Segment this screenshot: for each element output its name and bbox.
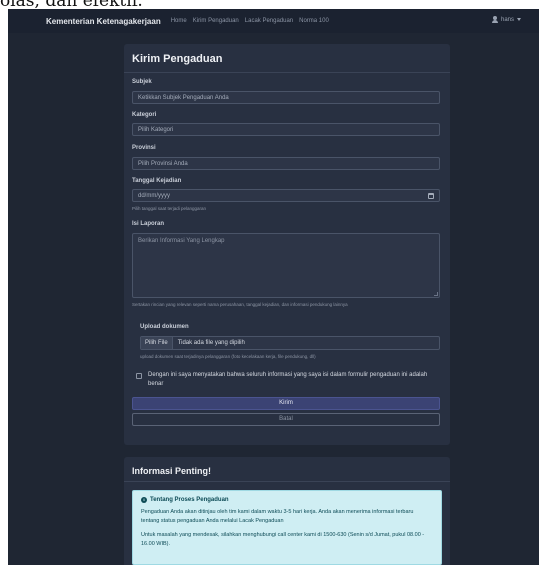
upload-label: Upload dokumen: [140, 324, 189, 330]
agreement-checkbox[interactable]: [136, 373, 142, 379]
navbar: Kementerian Ketenagakerjaan Home Kirim P…: [8, 9, 539, 33]
info-divider: [124, 481, 450, 482]
kirim-button[interactable]: Kirim: [132, 397, 440, 410]
nav-norma-100[interactable]: Norma 100: [299, 18, 329, 24]
info-title: Informasi Penting!: [132, 466, 212, 476]
complaint-form-card: Kirim Pengaduan Subjek Ketikkan Subjek P…: [124, 44, 450, 445]
user-menu[interactable]: hans: [491, 16, 521, 23]
cropped-caption: olas, dan efektif.: [0, 0, 547, 9]
info-card: Informasi Penting! i Tentang Proses Peng…: [124, 457, 450, 565]
form-body: Subjek Ketikkan Subjek Pengaduan Anda Ka…: [124, 73, 450, 447]
subjek-label: Subjek: [132, 79, 152, 85]
choose-file-button[interactable]: Pilih File: [141, 337, 173, 349]
nav-kirim-pengaduan[interactable]: Kirim Pengaduan: [193, 18, 239, 24]
alert-title-text: Tentang Proses Pengaduan: [150, 497, 229, 503]
form-title: Kirim Pengaduan: [132, 53, 223, 65]
isi-help: Sertakan rincian yang relevan seperti na…: [132, 302, 348, 307]
provinsi-select[interactable]: Pilih Provinsi Anda: [132, 157, 440, 170]
batal-button[interactable]: Batal: [132, 413, 440, 426]
tanggal-help: Pilih tanggal saat terjadi pelanggaran: [132, 206, 207, 211]
tanggal-input[interactable]: dd/mm/yyyy: [132, 189, 440, 202]
isi-textarea[interactable]: Berikan Informasi Yang Lengkap: [132, 233, 440, 298]
upload-help: upload dokumen saat terjadinya pelanggar…: [140, 354, 316, 359]
brand-link[interactable]: Kementerian Ketenagakerjaan: [46, 17, 161, 26]
card-header: Kirim Pengaduan: [124, 44, 450, 73]
isi-label: Isi Laporan: [132, 221, 165, 227]
alert-title: i Tentang Proses Pengaduan: [141, 497, 229, 503]
alert-paragraph-2: Untuk masalah yang mendesak, silahkan me…: [141, 532, 425, 547]
kategori-label: Kategori: [132, 112, 157, 118]
file-input[interactable]: Pilih File Tidak ada file yang dipilih: [140, 336, 440, 350]
agreement-text: Dengan ini saya menyatakan bahwa seluruh…: [148, 372, 428, 387]
app-window: Kementerian Ketenagakerjaan Home Kirim P…: [8, 9, 539, 565]
subjek-input[interactable]: Ketikkan Subjek Pengaduan Anda: [132, 91, 440, 104]
file-status: Tidak ada file yang dipilih: [177, 340, 245, 346]
tanggal-label: Tanggal Kejadian: [132, 178, 182, 184]
user-name: hans: [500, 16, 514, 23]
calendar-icon[interactable]: [428, 193, 434, 199]
nav-home[interactable]: Home: [171, 18, 187, 24]
resize-handle-icon[interactable]: [434, 292, 438, 296]
user-icon: [491, 16, 498, 23]
caret-down-icon: [517, 18, 521, 21]
cropped-caption-text: olas, dan efektif.: [0, 0, 143, 9]
provinsi-label: Provinsi: [132, 145, 156, 151]
info-alert: i Tentang Proses Pengaduan Pengaduan And…: [132, 490, 442, 565]
isi-placeholder: Berikan Informasi Yang Lengkap: [138, 238, 225, 244]
tanggal-placeholder: dd/mm/yyyy: [138, 193, 171, 199]
nav-lacak-pengaduan[interactable]: Lacak Pengaduan: [245, 18, 293, 24]
alert-paragraph-1: Pengaduan Anda akan ditinjau oleh tim ka…: [141, 509, 414, 524]
info-icon: i: [141, 497, 147, 503]
kategori-select[interactable]: Pilih Kategori: [132, 123, 440, 136]
